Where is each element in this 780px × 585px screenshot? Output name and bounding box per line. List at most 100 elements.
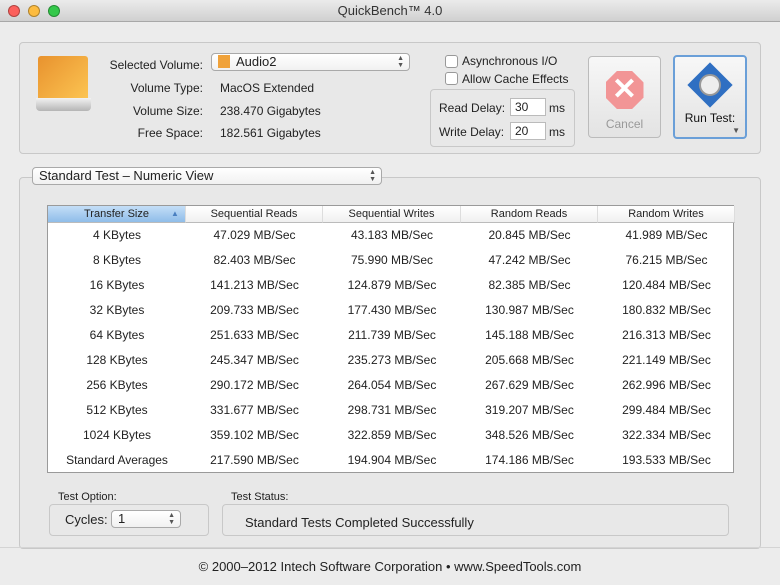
read-delay-unit: ms [549,101,565,115]
row-label: 16 KBytes [89,278,145,292]
row-label: 512 KBytes [86,403,148,417]
column-header-random-reads[interactable]: Random Reads [461,206,598,223]
row-label: 128 KBytes [86,353,148,367]
volume-type-label: Volume Type: [130,81,204,95]
row-label: 8 KBytes [92,253,142,267]
cell-random-reads: 319.207 MB/Sec [485,403,574,417]
volume-select[interactable]: Audio2 ▲ ▼ [211,53,410,71]
cell-sequential-reads: 245.347 MB/Sec [210,353,299,367]
stop-x-icon: ✕ [605,71,644,109]
test-status-label: Test Status: [231,491,289,503]
write-delay-unit: ms [549,125,565,139]
updown-arrows-icon: ▲ ▼ [168,512,175,526]
updown-arrows-icon: ▲ ▼ [369,169,376,183]
cell-random-reads: 145.188 MB/Sec [485,328,574,342]
cell-random-writes: 76.215 MB/Sec [625,253,708,267]
cell-sequential-writes: 194.904 MB/Sec [347,453,437,467]
window-title: QuickBench™ 4.0 [337,3,443,18]
title-bar: QuickBench™ 4.0 [0,0,780,22]
cell-sequential-writes: 264.054 MB/Sec [347,378,437,392]
read-delay-input[interactable]: 30 [510,98,546,116]
footer-divider [0,547,780,548]
cell-random-reads: 267.629 MB/Sec [485,378,574,392]
cell-random-reads: 47.242 MB/Sec [488,253,571,267]
minimize-window-button[interactable] [28,5,40,17]
free-space-label: Free Space: [137,126,203,140]
cell-sequential-writes: 75.990 MB/Sec [350,253,434,267]
cell-random-writes: 221.149 MB/Sec [622,353,711,367]
write-delay-label: Write Delay: [439,125,505,139]
cell-random-writes: 299.484 MB/Sec [622,403,711,417]
cell-random-reads: 174.186 MB/Sec [485,453,574,467]
test-status-value: Standard Tests Completed Successfully [245,515,474,530]
results-table: Transfer Size ▲ Sequential Reads Sequential… [47,205,735,473]
read-delay-label: Read Delay: [439,101,506,115]
footer-copyright: © 2000–2012 Intech Software Corporation … [198,559,582,574]
volume-type-value: MacOS Extended [220,81,315,95]
cancel-label: Cancel [605,117,644,131]
cell-sequential-reads: 251.633 MB/Sec [210,328,299,342]
cache-effects-checkbox[interactable] [445,72,458,85]
cell-sequential-reads: 217.590 MB/Sec [210,453,299,467]
free-space-value: 182.561 Gigabytes [220,126,321,140]
cell-random-reads: 205.668 MB/Sec [485,353,574,367]
column-header-sequential-reads[interactable]: Sequential Reads [186,206,323,223]
drive-icon [36,56,91,112]
row-label: 32 KBytes [89,303,145,317]
async-io-checkbox[interactable] [445,55,458,68]
cell-sequential-reads: 47.029 MB/Sec [213,228,296,242]
cell-random-writes: 322.334 MB/Sec [622,428,711,442]
cycles-stepper[interactable]: 1 ▲ ▼ [111,510,181,528]
updown-arrows-icon: ▲ ▼ [397,55,404,69]
row-label: 256 KBytes [86,378,148,392]
sort-ascending-icon: ▲ [171,209,179,218]
volume-select-value: Audio2 [236,54,277,69]
cell-random-writes: 180.832 MB/Sec [622,303,711,317]
cell-random-writes: 216.313 MB/Sec [622,328,711,342]
cell-random-reads: 82.385 MB/Sec [488,278,571,292]
cell-sequential-reads: 359.102 MB/Sec [210,428,299,442]
cell-sequential-reads: 290.172 MB/Sec [210,378,299,392]
cell-random-reads: 348.526 MB/Sec [485,428,574,442]
run-test-button[interactable]: Run Test: ▼ [673,55,747,139]
cell-sequential-writes: 177.430 MB/Sec [347,303,437,317]
cell-random-writes: 120.484 MB/Sec [622,278,711,292]
column-header-random-writes[interactable]: Random Writes [598,206,735,223]
volume-size-value: 238.470 Gigabytes [220,104,321,118]
cell-random-writes: 262.996 MB/Sec [622,378,711,392]
cell-random-writes: 41.989 MB/Sec [625,228,708,242]
cell-random-reads: 130.987 MB/Sec [485,303,574,317]
async-io-label: Asynchronous I/O [462,54,558,68]
run-test-label: Run Test: [684,111,736,125]
write-delay-input[interactable]: 20 [510,122,546,140]
stopwatch-icon [687,62,733,108]
row-label: Standard Averages [66,453,168,467]
drive-small-icon [218,55,230,68]
cell-sequential-writes: 124.879 MB/Sec [347,278,437,292]
cell-random-writes: 193.533 MB/Sec [622,453,711,467]
selected-volume-label: Selected Volume: [109,58,203,72]
cell-sequential-writes: 211.739 MB/Sec [348,328,436,342]
zoom-window-button[interactable] [48,5,60,17]
test-option-label: Test Option: [58,491,117,503]
cell-sequential-writes: 322.859 MB/Sec [347,428,437,442]
view-select[interactable]: Standard Test – Numeric View ▲ ▼ [32,167,382,185]
cycles-label: Cycles: [65,512,108,527]
cell-sequential-reads: 331.677 MB/Sec [210,403,299,417]
view-select-value: Standard Test – Numeric View [39,168,214,183]
column-header-transfer-size[interactable]: Transfer Size [48,206,186,223]
cell-sequential-reads: 141.213 MB/Sec [210,278,299,292]
cycles-value: 1 [118,511,126,526]
row-label: 64 KBytes [89,328,145,342]
cell-sequential-reads: 82.403 MB/Sec [213,253,296,267]
cell-sequential-writes: 43.183 MB/Sec [350,228,434,242]
volume-size-label: Volume Size: [132,104,203,118]
cache-effects-label: Allow Cache Effects [462,72,569,86]
cell-random-reads: 20.845 MB/Sec [488,228,571,242]
close-window-button[interactable] [8,5,20,17]
cancel-button[interactable]: ✕ Cancel [588,56,661,138]
column-header-sequential-writes[interactable]: Sequential Writes [323,206,461,223]
row-label: 4 KBytes [92,228,142,242]
row-label: 1024 KBytes [82,428,152,442]
cell-sequential-reads: 209.733 MB/Sec [210,303,299,317]
